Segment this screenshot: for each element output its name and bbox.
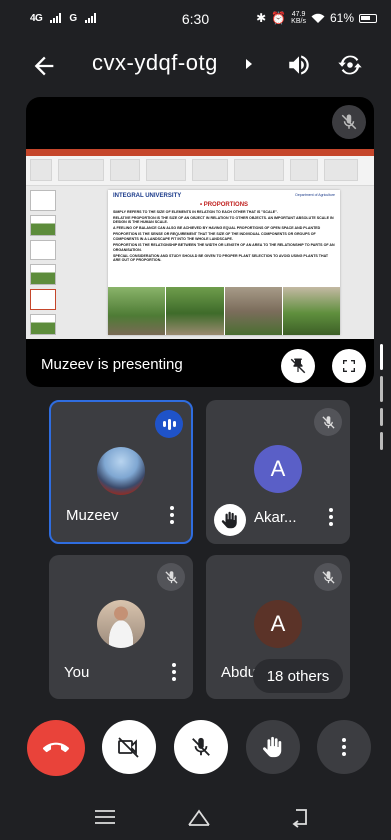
- participant-tile[interactable]: A Akar...: [206, 400, 350, 544]
- raise-hand-button[interactable]: [246, 720, 300, 774]
- slide-text-line: Relative proportion is the size of an ob…: [113, 215, 334, 225]
- more-options-button[interactable]: [317, 720, 371, 774]
- slide-thumbnails: [30, 190, 56, 335]
- network-speed: 47.9 KB/s: [291, 11, 306, 25]
- end-call-button[interactable]: [27, 720, 85, 776]
- avatar: [97, 600, 145, 648]
- avatar: A: [254, 445, 302, 493]
- chevron-right-icon[interactable]: [246, 59, 252, 69]
- participant-tile[interactable]: You: [49, 555, 193, 699]
- wifi-icon: [311, 13, 325, 23]
- raised-hand-badge: [214, 504, 246, 536]
- pin-off-icon: [290, 358, 306, 374]
- system-nav-bar: [0, 796, 391, 840]
- end-call-icon: [43, 742, 69, 753]
- presenter-label: Muzeev is presenting: [41, 356, 183, 373]
- slide-text-line: Proportion is the relationship between t…: [113, 243, 335, 252]
- speaking-indicator-icon: [155, 410, 183, 438]
- unpin-button[interactable]: [281, 349, 315, 383]
- fullscreen-icon: [343, 360, 355, 372]
- network-type-label: 4G: [30, 12, 43, 24]
- more-vert-icon: [342, 738, 346, 756]
- others-count-button[interactable]: 18 others: [253, 659, 343, 693]
- slide-text-line: Special consideration and study should b…: [113, 253, 329, 263]
- participant-name: You: [64, 664, 90, 681]
- bluetooth-icon: ✱: [256, 11, 267, 25]
- status-bar: 4G G 6:30 ✱ ⏰ 47.9 KB/s 61%: [0, 0, 391, 36]
- scroll-indicator: [380, 432, 383, 450]
- fullscreen-button[interactable]: [332, 349, 366, 383]
- powerpoint-workspace: INTEGRAL UNIVERSITY Department of Agricu…: [26, 186, 374, 339]
- slide-heading: • PROPORTIONS: [199, 202, 249, 208]
- meeting-header: cvx-ydqf-otg: [0, 40, 391, 90]
- muted-badge: [157, 563, 185, 591]
- avatar: [97, 447, 145, 495]
- participant-tile[interactable]: Muzeev: [49, 400, 193, 544]
- more-options-icon[interactable]: [169, 506, 175, 526]
- more-options-icon[interactable]: [328, 508, 334, 528]
- muted-badge: [314, 563, 342, 591]
- avatar: A: [254, 600, 302, 648]
- mic-off-icon: [164, 570, 178, 584]
- mic-off-icon: [192, 737, 210, 756]
- scroll-indicator: [380, 408, 383, 426]
- network-type-label-2: G: [69, 12, 77, 24]
- presenter-mic-muted: [332, 105, 366, 139]
- battery-icon: [359, 13, 377, 23]
- slide-canvas: INTEGRAL UNIVERSITY Department of Agricu…: [108, 190, 340, 335]
- participant-name: Akar...: [254, 509, 297, 526]
- recents-icon[interactable]: [92, 806, 118, 828]
- participant-name: Muzeev: [66, 507, 119, 524]
- mic-off-icon: [341, 114, 357, 130]
- call-controls: [0, 720, 391, 778]
- back-arrow-icon[interactable]: [30, 52, 58, 80]
- mic-off-icon: [321, 415, 335, 429]
- speaker-icon[interactable]: [286, 52, 312, 78]
- powerpoint-ribbon: [26, 156, 374, 186]
- slide-photos: [108, 287, 340, 335]
- alarm-icon: ⏰: [271, 11, 287, 25]
- camera-off-icon: [118, 737, 139, 758]
- slide-text-line: Simply refers to the size of elements in…: [113, 209, 278, 214]
- slide-text-line: Proportion is the sense or requirement t…: [113, 232, 316, 241]
- battery-percent: 61%: [329, 11, 354, 25]
- meeting-code[interactable]: cvx-ydqf-otg: [92, 50, 218, 76]
- hand-icon: [262, 736, 282, 758]
- mic-off-icon: [321, 570, 335, 584]
- scroll-indicator: [380, 376, 383, 402]
- switch-camera-icon[interactable]: [336, 51, 364, 79]
- more-options-icon[interactable]: [171, 663, 177, 683]
- shared-screen: INTEGRAL UNIVERSITY Department of Agricu…: [26, 149, 374, 339]
- muted-badge: [314, 408, 342, 436]
- scroll-indicator: [380, 344, 383, 370]
- presentation-tile[interactable]: INTEGRAL UNIVERSITY Department of Agricu…: [26, 97, 374, 387]
- hand-icon: [221, 511, 237, 529]
- powerpoint-titlebar: [26, 149, 374, 156]
- mic-toggle-button[interactable]: [174, 720, 228, 774]
- signal-icon-2: [84, 13, 96, 23]
- signal-icon: [50, 13, 62, 23]
- back-icon[interactable]: [288, 806, 314, 828]
- slide-text-line: A feeling of balance can also be achieve…: [113, 226, 321, 231]
- slide-department: Department of Agriculture: [295, 193, 335, 197]
- home-icon[interactable]: [186, 806, 212, 828]
- camera-toggle-button[interactable]: [102, 720, 156, 774]
